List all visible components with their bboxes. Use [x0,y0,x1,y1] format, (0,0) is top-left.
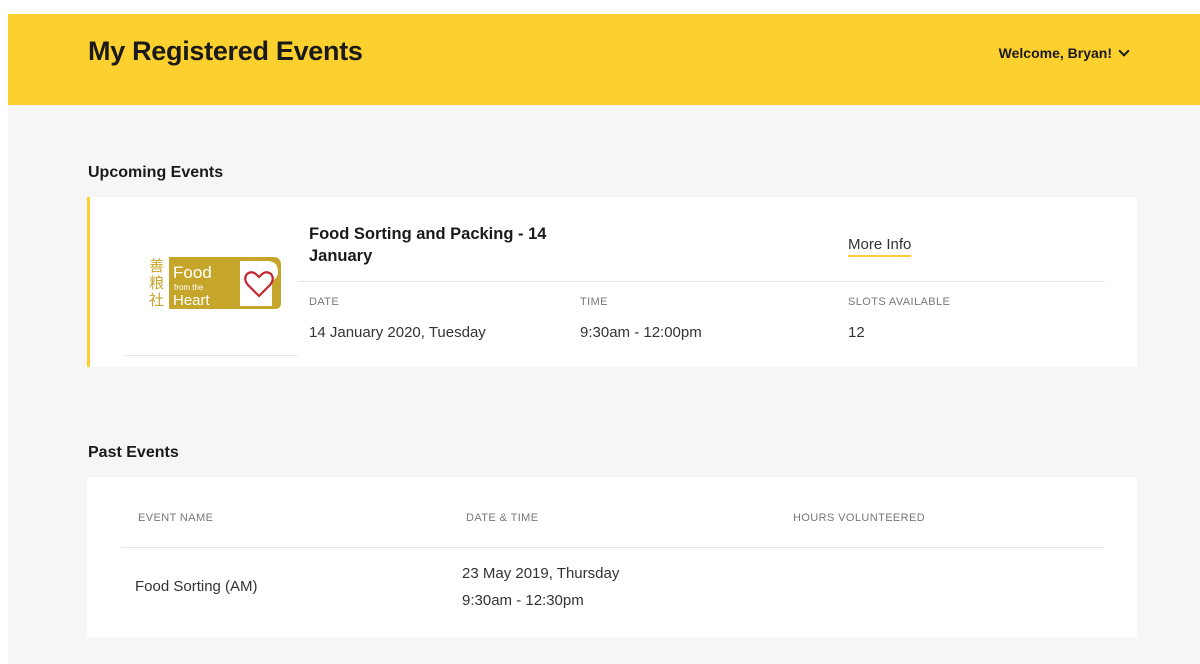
row-time: 9:30am - 12:30pm [462,592,584,609]
column-header-event-name: EVENT NAME [138,512,214,524]
column-header-date-time: DATE & TIME [466,512,539,524]
logo-chinese-1: 善 [149,257,164,275]
logo-text-heart: Heart [173,292,211,309]
card-divider [298,281,1105,282]
table-divider [121,547,1104,548]
user-menu[interactable]: Welcome, Bryan! [998,45,1130,61]
column-header-hours: HOURS VOLUNTEERED [793,512,926,524]
time-value: 9:30am - 12:00pm [580,324,702,341]
food-from-the-heart-logo: 善 粮 社 Food from the Heart [149,257,281,309]
logo-text-from-the: from the [174,283,204,292]
chevron-down-icon [1118,45,1130,57]
welcome-text: Welcome, Bryan! [998,45,1112,61]
row-event-name: Food Sorting (AM) [135,578,258,595]
row-date: 23 May 2019, Thursday [462,565,620,582]
slots-label: SLOTS AVAILABLE [848,296,951,308]
logo-chinese-2: 粮 [149,274,164,292]
event-title: Food Sorting and Packing - 14 January [309,225,547,265]
time-label: TIME [580,296,608,308]
header-bar: My Registered Events Welcome, Bryan! [8,14,1200,105]
logo-text-food: Food [173,263,212,282]
past-events-heading: Past Events [88,444,179,461]
slots-value: 12 [848,324,865,341]
page-background: My Registered Events Welcome, Bryan! Upc… [8,14,1200,664]
more-info-link[interactable]: More Info [848,236,912,257]
event-logo-container: 善 粮 社 Food from the Heart [125,197,298,356]
upcoming-event-card: 善 粮 社 Food from the Heart Food Sorting a… [87,197,1137,367]
logo-chinese-3: 社 [149,291,164,309]
page-title: My Registered Events [88,36,363,66]
past-events-table: EVENT NAME DATE & TIME HOURS VOLUNTEERED… [87,477,1137,637]
upcoming-events-heading: Upcoming Events [88,164,224,181]
date-label: DATE [309,296,340,308]
date-value: 14 January 2020, Tuesday [309,324,486,341]
